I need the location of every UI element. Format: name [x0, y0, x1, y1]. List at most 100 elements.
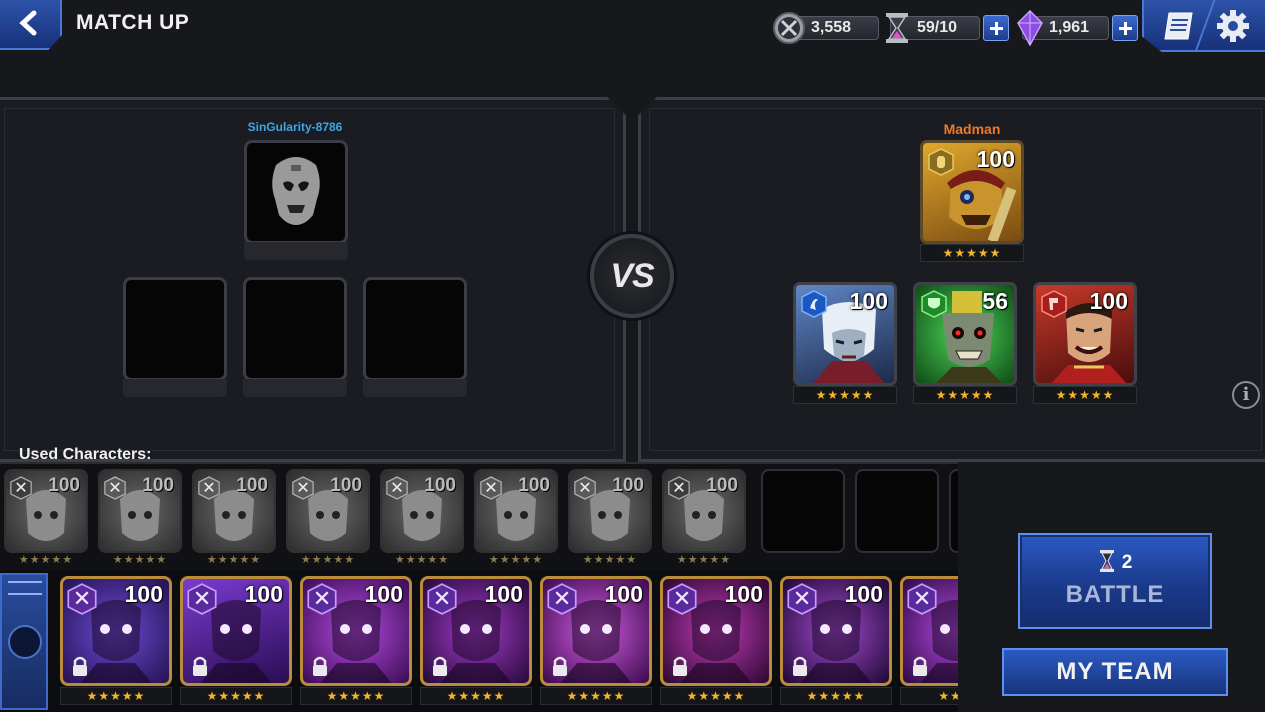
skull-placeholder-icon [272, 157, 320, 225]
roster-character-level: 100 [604, 581, 643, 607]
currency-swords: 3,558 [772, 11, 879, 44]
class-badge-purple-icon [907, 583, 937, 615]
roster-character-level: 100 [844, 581, 883, 607]
info-button[interactable]: i [1232, 381, 1260, 409]
opponent-member-level: 100 [849, 288, 888, 314]
gear-icon [1217, 10, 1249, 42]
team-slot-3[interactable] [363, 277, 467, 381]
roster-character-level: 100 [364, 581, 403, 607]
used-character-level: 100 [48, 475, 80, 496]
class-badge-purple-icon [787, 583, 817, 615]
roster-character-card[interactable]: 100 ★★★★★ [60, 576, 172, 706]
used-character-level: 100 [330, 475, 362, 496]
team-slot-1[interactable] [123, 277, 227, 381]
used-character-card: 100 ★★★★★ [4, 469, 92, 569]
my-team-button[interactable]: MY TEAM [1002, 648, 1228, 696]
character-portrait: 100 [380, 469, 464, 553]
class-badge-purple-icon [668, 476, 690, 500]
used-character-card: 100 ★★★★★ [98, 469, 186, 569]
roster-character-card[interactable]: 100 ★★★★★ [540, 576, 652, 706]
character-portrait: 100 [60, 576, 172, 686]
roster-character-card[interactable]: 100 ★★★★★ [300, 576, 412, 706]
roster-character-card[interactable]: 100 ★★★★★ [420, 576, 532, 706]
lock-icon [73, 656, 87, 676]
lock-icon [313, 656, 327, 676]
used-character-stars: ★★★★★ [488, 554, 544, 566]
roster-character-card[interactable]: 100 ★★★★★ [660, 576, 772, 706]
character-portrait [900, 576, 958, 686]
used-character-card: 100 ★★★★★ [662, 469, 750, 569]
used-character-level: 100 [424, 475, 456, 496]
quests-button[interactable] [1162, 10, 1196, 42]
player-name: SinGularity-8786 [247, 120, 343, 134]
class-badge-purple-icon [307, 583, 337, 615]
add-hourglass-button[interactable] [983, 14, 1009, 41]
used-empty-slot [761, 469, 845, 553]
class-badge-red-icon [1041, 290, 1067, 318]
opponent-leader-card[interactable]: 100 [920, 140, 1024, 244]
filter-icon [8, 625, 42, 659]
class-badge-purple-icon [667, 583, 697, 615]
roster-character-stars: ★★★★★ [60, 687, 172, 705]
lock-icon [673, 656, 687, 676]
roster-character-stars: ★★★★★ [180, 687, 292, 705]
roster-character-stars: ★★★★★ [780, 687, 892, 705]
opponent-member-card[interactable]: 100 [1033, 282, 1137, 386]
roster-character-stars: ★★★ [900, 687, 958, 705]
class-badge-gold-icon [574, 476, 596, 500]
class-badge-purple-icon [10, 476, 32, 500]
character-portrait: 100 [286, 469, 370, 553]
character-portrait: 100 [98, 469, 182, 553]
roster-character-stars: ★★★★★ [660, 687, 772, 705]
roster-filter-button[interactable] [0, 573, 48, 710]
crystal-icon [1017, 9, 1043, 46]
battle-button[interactable]: 2 BATTLE [1018, 533, 1212, 629]
menu-lines-icon [8, 581, 42, 595]
used-character-level: 100 [142, 475, 174, 496]
roster-character-card[interactable]: 100 ★★★★★ [780, 576, 892, 706]
hourglass-icon [1099, 550, 1114, 572]
class-badge-gold-icon [104, 476, 126, 500]
used-character-stars: ★★★★★ [582, 554, 638, 566]
used-character-stars: ★★★★★ [676, 554, 732, 566]
used-character-stars: ★★★★★ [206, 554, 262, 566]
leader-slot-base [244, 242, 348, 260]
used-character-level: 100 [706, 475, 738, 496]
roster-character-card[interactable]: 100 ★★★★★ [180, 576, 292, 706]
chevron-left-icon [19, 10, 37, 36]
hourglass-icon [886, 12, 908, 43]
used-character-card: 100 ★★★★★ [474, 469, 562, 569]
leader-slot[interactable] [244, 140, 348, 244]
page-title: MATCH UP [76, 11, 190, 34]
lock-icon [553, 656, 567, 676]
roster-character-stars: ★★★★★ [300, 687, 412, 705]
used-character-card: 100 ★★★★★ [380, 469, 468, 569]
class-badge-purple-icon [547, 583, 577, 615]
add-crystal-button[interactable] [1112, 14, 1138, 41]
class-badge-gold-icon [198, 476, 220, 500]
crossed-swords-coin-icon [773, 11, 805, 44]
battle-label: BATTLE [1065, 581, 1165, 608]
class-badge-purple-icon [67, 583, 97, 615]
class-badge-gold-icon [480, 476, 502, 500]
roster-strip: 100 ★★★★★ 100 ★★★★★ 100 ★★★★★ 100 ★★★★★ … [0, 570, 958, 712]
character-portrait: 100 [4, 469, 88, 553]
opponent-member-card[interactable]: 56 [913, 282, 1017, 386]
lock-icon [433, 656, 447, 676]
roster-character-stars: ★★★★★ [420, 687, 532, 705]
lock-icon [193, 656, 207, 676]
opponent-member-stars: ★★★★★ [793, 386, 897, 404]
opponent-member-card[interactable]: 100 [793, 282, 897, 386]
class-badge-gold-icon [292, 476, 314, 500]
used-character-card: 100 ★★★★★ [192, 469, 280, 569]
team-slot-1-base [123, 379, 227, 397]
team-slot-2[interactable] [243, 277, 347, 381]
back-button[interactable] [0, 0, 62, 50]
opponent-name: Madman [943, 121, 1001, 137]
used-character-stars: ★★★★★ [18, 554, 74, 566]
used-empty-slot [855, 469, 939, 553]
opponent-leader-stars: ★★★★★ [920, 244, 1024, 262]
top-right-menu [1142, 0, 1265, 52]
settings-button[interactable] [1216, 9, 1250, 43]
roster-character-card[interactable]: ★★★ [900, 576, 958, 706]
